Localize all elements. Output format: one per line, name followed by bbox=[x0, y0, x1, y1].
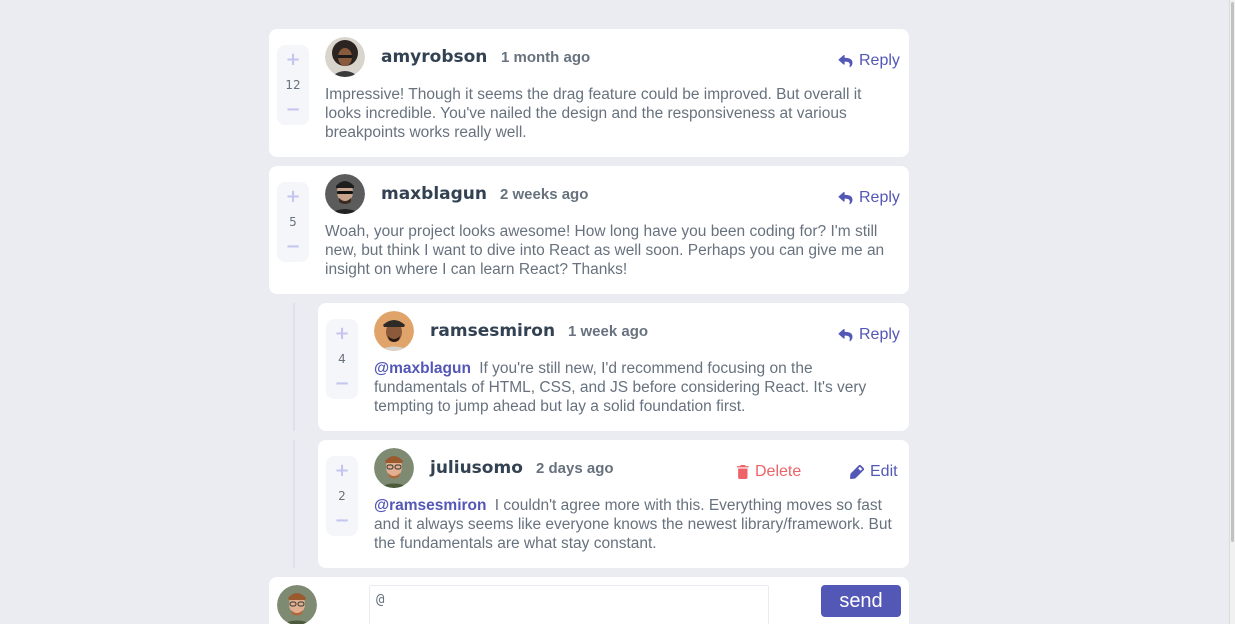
comment-card: + 12 − amyrobson 1 month ago Reply Impre… bbox=[269, 29, 909, 157]
avatar bbox=[325, 37, 365, 77]
comment-composer: @ send bbox=[269, 577, 909, 624]
reply-card: + 2 − juliusomo 2 days ago Delete Edit @… bbox=[318, 440, 909, 568]
scrollbar[interactable] bbox=[1229, 0, 1235, 624]
reply-text: @maxblagun If you're still new, I'd reco… bbox=[374, 359, 902, 416]
reply-username[interactable]: juliusomo bbox=[430, 458, 523, 478]
downvote-button[interactable]: − bbox=[334, 512, 349, 530]
vote-score: 2 bbox=[338, 489, 346, 503]
comment-card: + 5 − maxblagun 2 weeks ago Reply Woah, … bbox=[269, 166, 909, 294]
delete-label: Delete bbox=[755, 463, 802, 480]
thread-line bbox=[293, 303, 295, 431]
reply-button[interactable]: Reply bbox=[838, 52, 900, 70]
mention-link[interactable]: @maxblagun bbox=[374, 360, 471, 377]
upvote-button[interactable]: + bbox=[285, 188, 300, 206]
reply-label: Reply bbox=[859, 52, 900, 69]
comment-timestamp: 2 weeks ago bbox=[500, 186, 589, 203]
comment-username[interactable]: amyrobson bbox=[381, 47, 487, 67]
pencil-icon bbox=[850, 465, 864, 479]
trash-icon bbox=[737, 465, 749, 479]
reply-text: @ramsesmiron I couldn't agree more with … bbox=[374, 496, 894, 553]
scrollbar-thumb[interactable] bbox=[1231, 2, 1234, 542]
reply-timestamp: 2 days ago bbox=[536, 460, 614, 477]
vote-score: 12 bbox=[285, 78, 301, 92]
reply-button[interactable]: Reply bbox=[838, 326, 900, 344]
upvote-button[interactable]: + bbox=[334, 462, 349, 480]
edit-label: Edit bbox=[870, 463, 898, 480]
reply-icon bbox=[838, 328, 853, 341]
comment-timestamp: 1 month ago bbox=[501, 49, 591, 66]
avatar bbox=[374, 311, 414, 351]
comment-username[interactable]: maxblagun bbox=[381, 184, 487, 204]
downvote-button[interactable]: − bbox=[285, 101, 300, 119]
reply-label: Reply bbox=[859, 326, 900, 343]
reply-username[interactable]: ramsesmiron bbox=[430, 321, 555, 341]
comment-input[interactable]: @ bbox=[369, 585, 769, 624]
vote-control: + 12 − bbox=[277, 45, 309, 125]
send-button[interactable]: send bbox=[821, 585, 901, 617]
upvote-button[interactable]: + bbox=[334, 325, 349, 343]
reply-card: + 4 − ramsesmiron 1 week ago Reply @maxb… bbox=[318, 303, 909, 431]
thread-line bbox=[293, 440, 295, 568]
downvote-button[interactable]: − bbox=[285, 238, 300, 256]
reply-timestamp: 1 week ago bbox=[568, 323, 649, 340]
comment-text: Impressive! Though it seems the drag fea… bbox=[325, 86, 862, 141]
vote-score: 4 bbox=[338, 352, 346, 366]
current-user-avatar bbox=[277, 585, 317, 624]
reply-label: Reply bbox=[859, 189, 900, 206]
delete-button[interactable]: Delete bbox=[737, 463, 801, 481]
downvote-button[interactable]: − bbox=[334, 375, 349, 393]
avatar bbox=[325, 174, 365, 214]
edit-button[interactable]: Edit bbox=[850, 463, 898, 481]
avatar bbox=[374, 448, 414, 488]
vote-score: 5 bbox=[289, 215, 297, 229]
comment-text: Woah, your project looks awesome! How lo… bbox=[325, 223, 885, 278]
reply-button[interactable]: Reply bbox=[838, 189, 900, 207]
reply-icon bbox=[838, 54, 853, 67]
upvote-button[interactable]: + bbox=[285, 51, 300, 69]
mention-link[interactable]: @ramsesmiron bbox=[374, 497, 486, 514]
vote-control: + 5 − bbox=[277, 182, 309, 262]
vote-control: + 4 − bbox=[326, 319, 358, 399]
reply-icon bbox=[838, 191, 853, 204]
vote-control: + 2 − bbox=[326, 456, 358, 536]
